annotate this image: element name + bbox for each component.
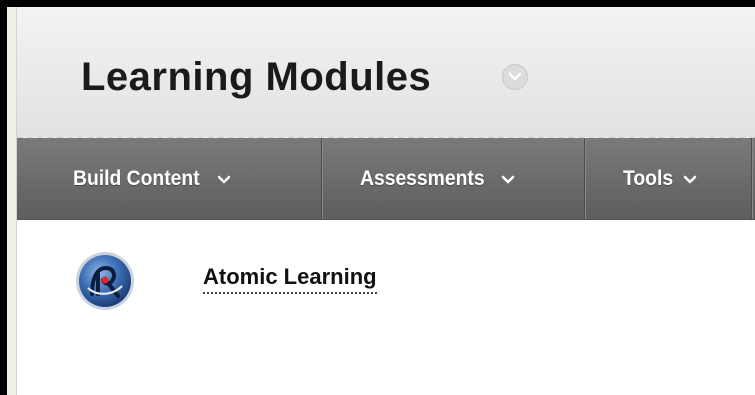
atomic-learning-logo-icon <box>74 250 136 312</box>
title-options-chevron-icon[interactable] <box>502 64 528 90</box>
page-header: Learning Modules <box>17 7 755 139</box>
content-item-row: Atomic Learning <box>17 220 755 395</box>
tools-menu-button[interactable]: Tools <box>623 138 697 219</box>
chevron-down-icon <box>217 167 231 191</box>
chevron-down-icon <box>501 167 515 191</box>
page-title: Learning Modules <box>81 55 432 99</box>
assessments-menu-button[interactable]: Assessments <box>360 138 515 219</box>
assessments-label: Assessments <box>360 166 485 190</box>
action-bar-divider <box>584 138 585 219</box>
action-bar-divider <box>751 138 752 219</box>
atomic-learning-link[interactable]: Atomic Learning <box>203 264 377 294</box>
action-bar-divider <box>321 138 322 219</box>
action-bar: Build Content Assessments Tools <box>17 138 755 220</box>
build-content-label: Build Content <box>73 166 200 190</box>
build-content-menu-button[interactable]: Build Content <box>73 138 231 219</box>
tools-label: Tools <box>623 166 674 190</box>
chevron-down-icon <box>683 167 697 191</box>
